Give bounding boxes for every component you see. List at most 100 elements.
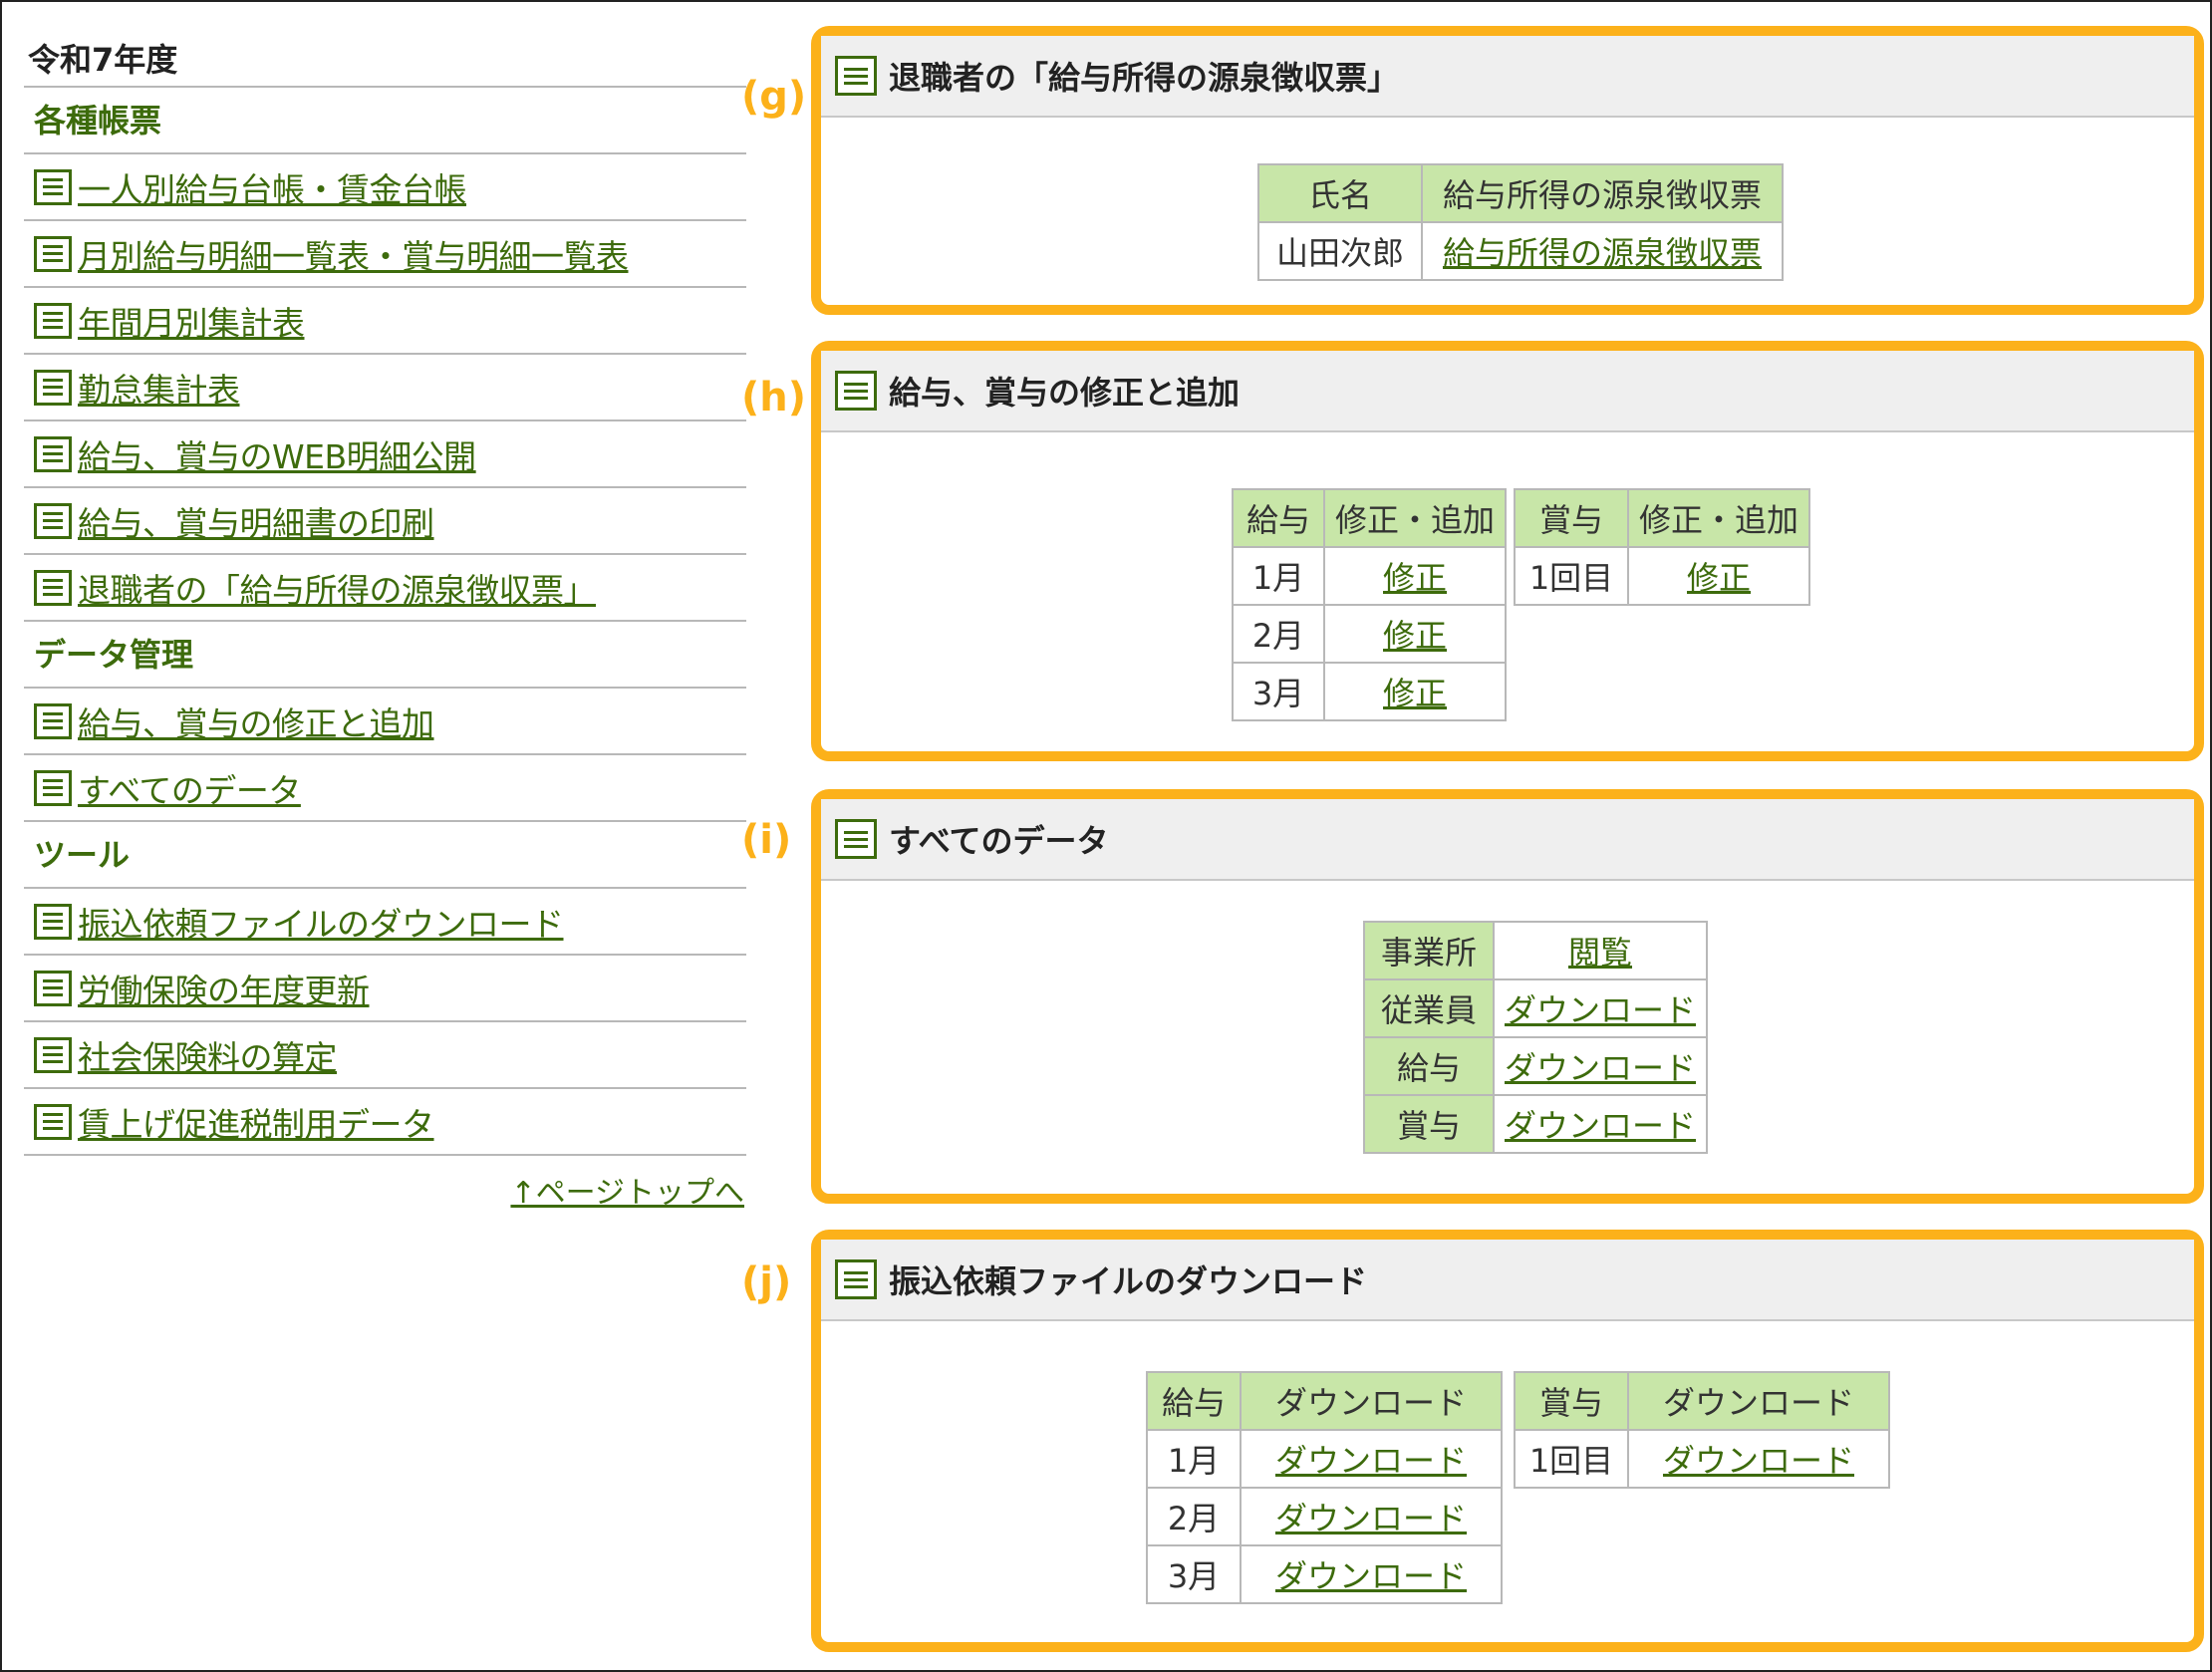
bonus-round-cell: 1回目: [1514, 546, 1629, 606]
table-row: 2月 ダウンロード: [1146, 1487, 1503, 1546]
edit-link[interactable]: 修正: [1383, 675, 1447, 712]
bonus-round-cell: 1回目: [1514, 1429, 1629, 1489]
column-header-bonus: 賞与: [1514, 488, 1629, 548]
sidebar-item-statement-printing[interactable]: 給与、賞与明細書の印刷: [24, 488, 746, 555]
action-cell: ダウンロード: [1492, 978, 1709, 1038]
download-link[interactable]: ダウンロード: [1275, 1557, 1467, 1595]
all-data-table: 事業所 閲覧 従業員 ダウンロード 給与 ダウンロード 賞与 ダウンロード: [1363, 921, 1709, 1154]
sidebar-menu: 令和7年度 各種帳票 一人別給与台帳・賃金台帳 月別給与明細一覧表・賞与明細一覧…: [24, 32, 746, 1211]
view-link[interactable]: 閲覧: [1568, 934, 1632, 972]
sidebar-item-retiree-withholding-slip[interactable]: 退職者の「給与所得の源泉徴収票」: [24, 555, 746, 622]
document-list-icon: [835, 819, 877, 859]
table-row: 事業所 閲覧: [1363, 921, 1709, 980]
row-header-cell: 従業員: [1363, 978, 1495, 1038]
panel-title: 振込依頼ファイルのダウンロード: [889, 1262, 1368, 1300]
document-list-icon: [835, 56, 877, 96]
sidebar-link[interactable]: 社会保険料の算定: [78, 1031, 338, 1079]
column-header-name: 氏名: [1257, 163, 1423, 223]
document-list-icon: [34, 702, 72, 739]
download-link[interactable]: ダウンロード: [1505, 991, 1696, 1029]
sidebar-item-payroll-ledger[interactable]: 一人別給与台帳・賃金台帳: [24, 154, 746, 221]
download-link[interactable]: ダウンロード: [1663, 1442, 1854, 1480]
section-heading-tools: ツール: [24, 822, 746, 889]
document-list-icon: [34, 435, 72, 472]
sidebar-link[interactable]: 勤怠集計表: [78, 364, 240, 412]
document-list-icon: [34, 168, 72, 205]
withholding-slip-cell: 給与所得の源泉徴収票: [1421, 221, 1784, 281]
table-header-row: 賞与 修正・追加: [1514, 488, 1811, 548]
edit-link[interactable]: 修正: [1383, 617, 1447, 655]
sidebar-link[interactable]: 退職者の「給与所得の源泉徴収票」: [78, 564, 597, 612]
column-header-edit-add: 修正・追加: [1322, 488, 1508, 548]
sidebar-link[interactable]: 給与、賞与の修正と追加: [78, 697, 434, 745]
edit-cell: 修正: [1626, 546, 1811, 606]
document-list-icon: [34, 302, 72, 339]
panel-header: 振込依頼ファイルのダウンロード: [821, 1240, 2194, 1321]
edit-cell: 修正: [1322, 604, 1508, 664]
download-link[interactable]: ダウンロード: [1505, 1049, 1696, 1087]
callout-marker-j: (j): [741, 1259, 792, 1305]
action-cell: 閲覧: [1492, 921, 1709, 980]
sidebar-link[interactable]: 年間月別集計表: [78, 297, 305, 345]
sidebar-item-attendance-summary[interactable]: 勤怠集計表: [24, 355, 746, 421]
column-header-salary: 給与: [1232, 488, 1325, 548]
sidebar-item-transfer-file-download[interactable]: 振込依頼ファイルのダウンロード: [24, 889, 746, 956]
sidebar-link[interactable]: 賃上げ促進税制用データ: [78, 1098, 434, 1146]
document-list-icon: [835, 371, 877, 411]
column-header-withholding-slip: 給与所得の源泉徴収票: [1421, 163, 1784, 223]
sidebar-item-labor-insurance-renewal[interactable]: 労働保険の年度更新: [24, 956, 746, 1022]
table-row: 従業員 ダウンロード: [1363, 978, 1709, 1038]
callout-marker-g: (g): [741, 74, 807, 120]
employee-name-cell: 山田次郎: [1257, 221, 1423, 281]
document-list-icon: [34, 903, 72, 940]
month-cell: 2月: [1232, 604, 1325, 664]
sidebar-link[interactable]: 給与、賞与のWEB明細公開: [78, 430, 476, 478]
month-cell: 3月: [1146, 1544, 1242, 1604]
panel-title: 給与、賞与の修正と追加: [889, 374, 1241, 412]
edit-link[interactable]: 修正: [1383, 559, 1447, 597]
withholding-slip-link[interactable]: 給与所得の源泉徴収票: [1443, 234, 1762, 272]
edit-link[interactable]: 修正: [1687, 559, 1751, 597]
column-header-download: ダウンロード: [1240, 1371, 1503, 1431]
document-list-icon: [34, 502, 72, 539]
sidebar-item-wage-increase-tax-data[interactable]: 賃上げ促進税制用データ: [24, 1089, 746, 1156]
table-header-row: 給与 修正・追加: [1232, 488, 1508, 548]
sidebar-link[interactable]: 月別給与明細一覧表・賞与明細一覧表: [78, 230, 629, 278]
sidebar-item-monthly-statement-list[interactable]: 月別給与明細一覧表・賞与明細一覧表: [24, 221, 746, 288]
sidebar-link[interactable]: 労働保険の年度更新: [78, 965, 370, 1012]
sidebar-item-web-statement-publish[interactable]: 給与、賞与のWEB明細公開: [24, 421, 746, 488]
action-cell: ダウンロード: [1492, 1036, 1709, 1096]
bonus-edit-table: 賞与 修正・追加 1回目 修正: [1514, 488, 1811, 606]
sidebar-item-all-data[interactable]: すべてのデータ: [24, 755, 746, 822]
bonus-download-table: 賞与 ダウンロード 1回目 ダウンロード: [1514, 1371, 1890, 1489]
panel-transfer-file-download: 振込依頼ファイルのダウンロード 給与 ダウンロード 1月 ダウンロード 2月 ダウン…: [811, 1230, 2204, 1652]
table-header-row: 賞与 ダウンロード: [1514, 1371, 1890, 1431]
month-cell: 3月: [1232, 662, 1325, 721]
document-list-icon: [835, 1259, 877, 1299]
sidebar-item-edit-add-payroll[interactable]: 給与、賞与の修正と追加: [24, 689, 746, 755]
section-heading-reports: 各種帳票: [24, 88, 746, 154]
callout-marker-i: (i): [741, 817, 792, 863]
sidebar-link[interactable]: 振込依頼ファイルのダウンロード: [78, 898, 564, 946]
table-row: 3月 修正: [1232, 662, 1508, 721]
panel-header: 給与、賞与の修正と追加: [821, 351, 2194, 432]
table-row: 1月 修正: [1232, 546, 1508, 606]
page-frame: 令和7年度 各種帳票 一人別給与台帳・賃金台帳 月別給与明細一覧表・賞与明細一覧…: [0, 0, 2212, 1672]
sidebar-item-annual-monthly-summary[interactable]: 年間月別集計表: [24, 288, 746, 355]
section-heading-data-management: データ管理: [24, 622, 746, 689]
sidebar-item-social-insurance-calc[interactable]: 社会保険料の算定: [24, 1022, 746, 1089]
panel-retiree-withholding-slip: 退職者の「給与所得の源泉徴収票」 氏名 給与所得の源泉徴収票 山田次郎 給与所得…: [811, 26, 2204, 315]
table-row: 3月 ダウンロード: [1146, 1544, 1503, 1604]
table-row: 1回目 修正: [1514, 546, 1811, 606]
column-header-edit-add: 修正・追加: [1626, 488, 1811, 548]
sidebar-link[interactable]: 一人別給与台帳・賃金台帳: [78, 163, 467, 211]
document-list-icon: [34, 369, 72, 406]
column-header-salary: 給与: [1146, 1371, 1242, 1431]
download-link[interactable]: ダウンロード: [1275, 1500, 1467, 1537]
download-link[interactable]: ダウンロード: [1275, 1442, 1467, 1480]
download-link[interactable]: ダウンロード: [1505, 1107, 1696, 1145]
edit-cell: 修正: [1322, 662, 1508, 721]
sidebar-link[interactable]: 給与、賞与明細書の印刷: [78, 497, 434, 545]
page-top-link[interactable]: ↑ページトップへ: [510, 1168, 744, 1212]
sidebar-link[interactable]: すべてのデータ: [78, 764, 301, 812]
